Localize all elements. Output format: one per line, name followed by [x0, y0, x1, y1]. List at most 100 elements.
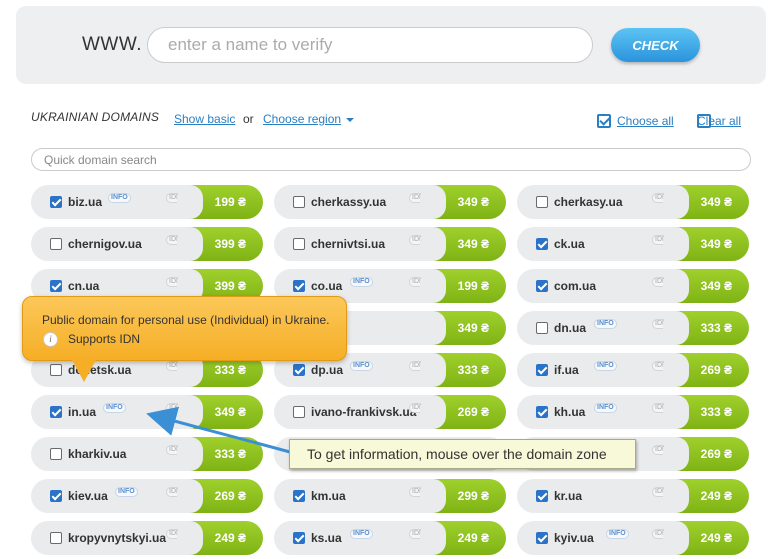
- domain-item[interactable]: biz.ua INFO IDN 199 ₴: [31, 185, 263, 219]
- domain-price: 349 ₴: [663, 227, 749, 261]
- domain-name: dp.ua: [311, 363, 343, 377]
- domain-checkbox[interactable]: [536, 322, 548, 334]
- domain-price: 299 ₴: [420, 479, 506, 513]
- domain-price: 269 ₴: [663, 353, 749, 387]
- domain-price: 269 ₴: [177, 479, 263, 513]
- domain-checkbox[interactable]: [536, 280, 548, 292]
- domain-checkbox[interactable]: [293, 280, 305, 292]
- domain-item[interactable]: kh.ua INFO IDN 333 ₴: [517, 395, 749, 429]
- domain-checkbox[interactable]: [293, 364, 305, 376]
- domain-price: 249 ₴: [177, 521, 263, 555]
- domain-name: biz.ua: [68, 195, 103, 209]
- info-badge[interactable]: INFO: [594, 403, 617, 413]
- domain-price: 249 ₴: [663, 521, 749, 555]
- domain-item[interactable]: kiev.ua INFO IDN 269 ₴: [31, 479, 263, 513]
- check-button[interactable]: CHECK: [611, 28, 700, 62]
- domain-checkbox[interactable]: [293, 532, 305, 544]
- domain-price: 333 ₴: [420, 353, 506, 387]
- domain-item[interactable]: cherkasy.ua IDN 349 ₴: [517, 185, 749, 219]
- www-prefix: WWW.: [82, 34, 143, 55]
- domain-name: ivano-frankivsk.ua: [311, 405, 417, 419]
- domain-item[interactable]: dn.ua INFO IDN 333 ₴: [517, 311, 749, 345]
- domain-search-panel: WWW. CHECK: [16, 6, 766, 84]
- domain-checkbox[interactable]: [50, 364, 62, 376]
- domain-name: kiev.ua: [68, 489, 108, 503]
- domain-item[interactable]: kharkiv.ua IDN 333 ₴: [31, 437, 263, 471]
- tooltip-description: Public domain for personal use (Individu…: [42, 313, 330, 327]
- hover-hint-callout: To get information, mouse over the domai…: [289, 439, 636, 469]
- tooltip-idn-support: Supports IDN: [68, 332, 141, 346]
- quick-domain-search-input[interactable]: [31, 148, 751, 171]
- domain-name: kyiv.ua: [554, 531, 594, 545]
- domain-price: 349 ₴: [177, 395, 263, 429]
- choose-all-link[interactable]: Choose all: [617, 114, 674, 128]
- domain-info-tooltip: Public domain for personal use (Individu…: [22, 296, 347, 361]
- or-text: or: [243, 112, 254, 126]
- domain-name: dn.ua: [554, 321, 586, 335]
- domain-checkbox[interactable]: [50, 280, 62, 292]
- domain-item[interactable]: ks.ua INFO IDN 249 ₴: [274, 521, 506, 555]
- clear-all-link[interactable]: Clear all: [697, 114, 741, 128]
- domain-item[interactable]: cherkassy.ua IDN 349 ₴: [274, 185, 506, 219]
- info-badge[interactable]: INFO: [594, 361, 617, 371]
- domain-item[interactable]: in.ua INFO IDN 349 ₴: [31, 395, 263, 429]
- domain-name: ck.ua: [554, 237, 585, 251]
- domain-name: km.ua: [311, 489, 346, 503]
- info-badge[interactable]: INFO: [115, 487, 138, 497]
- domain-checkbox[interactable]: [50, 238, 62, 250]
- domain-name: chernigov.ua: [68, 237, 142, 251]
- domain-price: 249 ₴: [420, 521, 506, 555]
- domain-item[interactable]: chernivtsi.ua IDN 349 ₴: [274, 227, 506, 261]
- info-badge[interactable]: INFO: [350, 361, 373, 371]
- choose-all-checkbox[interactable]: [597, 114, 611, 128]
- domain-price: 199 ₴: [177, 185, 263, 219]
- domain-checkbox[interactable]: [50, 406, 62, 418]
- domain-name: if.ua: [554, 363, 579, 377]
- domain-item[interactable]: kyiv.ua INFO IDN 249 ₴: [517, 521, 749, 555]
- domain-name: cn.ua: [68, 279, 100, 293]
- choose-region-link[interactable]: Choose region: [263, 112, 341, 126]
- domain-item[interactable]: ck.ua IDN 349 ₴: [517, 227, 749, 261]
- domain-item[interactable]: kr.ua IDN 249 ₴: [517, 479, 749, 513]
- domain-item[interactable]: chernigov.ua IDN 399 ₴: [31, 227, 263, 261]
- domain-item[interactable]: ivano-frankivsk.ua IDN 269 ₴: [274, 395, 506, 429]
- domain-name: kropyvnytskyi.ua: [68, 531, 167, 545]
- domain-checkbox[interactable]: [293, 406, 305, 418]
- domain-checkbox[interactable]: [536, 490, 548, 502]
- domain-price: 349 ₴: [420, 227, 506, 261]
- domain-name: ks.ua: [311, 531, 342, 545]
- domain-checkbox[interactable]: [293, 490, 305, 502]
- show-basic-link[interactable]: Show basic: [174, 112, 235, 126]
- domain-name: com.ua: [554, 279, 597, 293]
- info-badge[interactable]: INFO: [350, 277, 373, 287]
- domain-checkbox[interactable]: [536, 238, 548, 250]
- domain-price: 349 ₴: [420, 185, 506, 219]
- info-badge[interactable]: INFO: [108, 193, 131, 203]
- domain-checkbox[interactable]: [293, 238, 305, 250]
- domain-checkbox[interactable]: [536, 196, 548, 208]
- domain-checkbox[interactable]: [50, 532, 62, 544]
- domain-price: 349 ₴: [420, 311, 506, 345]
- info-icon: i: [43, 332, 58, 347]
- domain-checkbox[interactable]: [293, 196, 305, 208]
- domain-name: in.ua: [68, 405, 97, 419]
- domain-checkbox[interactable]: [50, 196, 62, 208]
- domain-item[interactable]: km.ua IDN 299 ₴: [274, 479, 506, 513]
- domain-item[interactable]: com.ua IDN 349 ₴: [517, 269, 749, 303]
- domain-item[interactable]: if.ua INFO IDN 269 ₴: [517, 353, 749, 387]
- info-badge[interactable]: INFO: [350, 529, 373, 539]
- domain-checkbox[interactable]: [536, 364, 548, 376]
- info-badge[interactable]: INFO: [103, 403, 126, 413]
- domain-price: 333 ₴: [663, 311, 749, 345]
- info-badge[interactable]: INFO: [594, 319, 617, 329]
- domain-checkbox[interactable]: [50, 490, 62, 502]
- domain-checkbox[interactable]: [536, 406, 548, 418]
- info-badge[interactable]: INFO: [606, 529, 629, 539]
- domain-checkbox[interactable]: [536, 532, 548, 544]
- domain-checkbox[interactable]: [50, 448, 62, 460]
- chevron-down-icon[interactable]: [346, 118, 354, 122]
- domain-name-input[interactable]: [147, 27, 593, 63]
- domain-item[interactable]: kropyvnytskyi.ua IDN 249 ₴: [31, 521, 263, 555]
- domain-name: kh.ua: [554, 405, 586, 419]
- domain-name: cherkasy.ua: [554, 195, 623, 209]
